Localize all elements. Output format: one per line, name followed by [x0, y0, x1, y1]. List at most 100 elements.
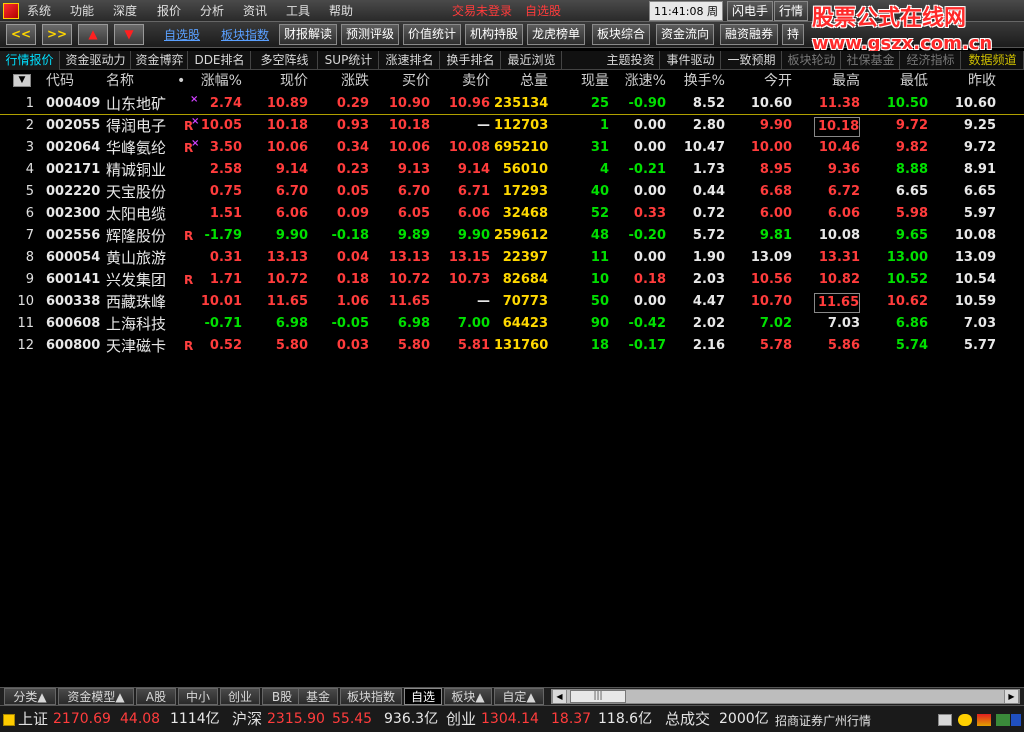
sector-index-link[interactable]: 板块指数 — [221, 27, 269, 43]
tab-sme[interactable]: 中小 — [178, 688, 218, 705]
stock-name[interactable]: 太阳电缆 — [106, 203, 176, 225]
table-row[interactable]: 9 600141 兴发集团 R 1.71 10.72 0.18 10.72 10.73 82684… — [0, 269, 1024, 291]
stock-name[interactable]: 精诚铜业 — [106, 159, 176, 181]
tab-long-short[interactable]: 多空阵线 — [252, 51, 318, 70]
table-row[interactable]: 1 000409 山东地矿 × 2.74 10.89 0.29 10.90 10.96 23513… — [0, 93, 1024, 115]
menu-help[interactable]: 帮助 — [329, 3, 353, 19]
stock-code[interactable]: 600141 — [46, 269, 106, 291]
header-prev-close[interactable]: 昨收 — [950, 71, 996, 91]
quote-button[interactable]: 行情 — [774, 1, 809, 21]
menu-function[interactable]: 功能 — [70, 3, 94, 19]
table-row[interactable]: 6 002300 太阳电缆 1.51 6.06 0.09 6.05 6.06 32468 52 0.… — [0, 203, 1024, 225]
header-bid[interactable]: 买价 — [384, 71, 430, 91]
stock-code[interactable]: 002556 — [46, 225, 106, 247]
table-row[interactable]: 4 002171 精诚铜业 2.58 9.14 0.23 9.13 9.14 56010 4 -0.… — [0, 159, 1024, 181]
stock-code[interactable]: 000409 — [46, 93, 106, 115]
signal-icon[interactable] — [977, 714, 991, 726]
tab-sector-rotation[interactable]: 板块轮动 — [783, 51, 841, 70]
header-last-vol[interactable]: 现量 — [563, 71, 609, 91]
tab-turnover-rank[interactable]: 换手排名 — [441, 51, 501, 70]
table-row[interactable]: 11 600608 上海科技 -0.71 6.98 -0.05 6.98 7.00 64423 9… — [0, 313, 1024, 335]
app-logo-icon[interactable] — [3, 3, 19, 19]
table-row[interactable]: 2 002055 得润电子 R × 10.05 10.18 0.93 10.18—112703 1… — [0, 115, 1024, 137]
header-code[interactable]: 代码 — [46, 71, 74, 91]
tab-fund-game[interactable]: 资金博弈 — [132, 51, 188, 70]
tab-sector-index[interactable]: 板块指数 — [340, 688, 402, 705]
back-button[interactable]: << — [6, 24, 36, 45]
header-change[interactable]: 涨跌 — [323, 71, 369, 91]
table-row[interactable]: 10 600338 西藏珠峰 10.01 11.65 1.06 11.65 — 70773 50 0… — [0, 291, 1024, 313]
stock-code[interactable]: 600800 — [46, 335, 106, 357]
market-icon[interactable] — [3, 714, 15, 726]
scroll-left-icon[interactable]: ◀ — [552, 689, 567, 704]
financial-report-button[interactable]: 财报解读 — [279, 24, 337, 45]
trade-login-status[interactable]: 交易未登录 — [452, 3, 512, 19]
table-row[interactable]: 5 002220 天宝股份 0.75 6.70 0.05 6.70 6.71 17293 40 0.… — [0, 181, 1024, 203]
tab-watchlist[interactable]: 自选 — [404, 688, 442, 705]
stock-code[interactable]: 600054 — [46, 247, 106, 269]
stock-code[interactable]: 002171 — [46, 159, 106, 181]
page-up-button[interactable]: ▲ — [78, 24, 108, 45]
tab-data-channel[interactable]: 数据频道 — [962, 51, 1024, 70]
stock-code[interactable]: 002064 — [46, 137, 106, 159]
connection-icon[interactable] — [996, 714, 1010, 726]
header-turnover[interactable]: 换手% — [679, 71, 725, 91]
header-low[interactable]: 最低 — [882, 71, 928, 91]
tab-speed-rank[interactable]: 涨速排名 — [380, 51, 440, 70]
stock-name[interactable]: 辉隆股份 — [106, 225, 176, 247]
header-price[interactable]: 现价 — [262, 71, 308, 91]
header-speed[interactable]: 涨速% — [620, 71, 666, 91]
forward-button[interactable]: >> — [42, 24, 72, 45]
menu-analysis[interactable]: 分析 — [200, 3, 224, 19]
tab-category[interactable]: 分类▲ — [4, 688, 56, 705]
stock-code[interactable]: 002300 — [46, 203, 106, 225]
header-name[interactable]: 名称 — [106, 71, 134, 91]
tab-custom[interactable]: 自定▲ — [494, 688, 544, 705]
stock-name[interactable]: 兴发集团 — [106, 269, 176, 291]
stock-name[interactable]: 黄山旅游 — [106, 247, 176, 269]
table-row[interactable]: 8 600054 黄山旅游 0.31 13.13 0.04 13.13 13.15 22397 1… — [0, 247, 1024, 269]
stock-name[interactable]: 西藏珠峰 — [106, 291, 176, 313]
tab-sup-stats[interactable]: SUP统计 — [319, 51, 379, 70]
margin-trading-button[interactable]: 融资融券 — [720, 24, 778, 45]
flash-trade-button[interactable]: 闪电手 — [727, 1, 774, 21]
tab-theme-invest[interactable]: 主题投资 — [602, 51, 660, 70]
page-down-button[interactable]: ▼ — [114, 24, 144, 45]
tab-econ-indicator[interactable]: 经济指标 — [901, 51, 961, 70]
value-stats-button[interactable]: 价值统计 — [403, 24, 461, 45]
stock-name[interactable]: 天宝股份 — [106, 181, 176, 203]
sector-summary-button[interactable]: 板块综合 — [592, 24, 650, 45]
header-high[interactable]: 最高 — [814, 71, 860, 91]
menu-depth[interactable]: 深度 — [113, 3, 137, 19]
table-row[interactable]: 12 600800 天津磁卡 R 0.52 5.80 0.03 5.80 5.81 131760 1… — [0, 335, 1024, 357]
institution-holdings-button[interactable]: 机构持股 — [465, 24, 523, 45]
scroll-right-icon[interactable]: ▶ — [1004, 689, 1019, 704]
sort-toggle-icon[interactable]: ▼ — [13, 74, 31, 87]
stock-code[interactable]: 600338 — [46, 291, 106, 313]
tab-chinext[interactable]: 创业 — [220, 688, 260, 705]
network-icon[interactable] — [1011, 714, 1021, 726]
stock-name[interactable]: 山东地矿 — [106, 93, 176, 115]
mail-icon[interactable] — [938, 714, 952, 726]
stock-name[interactable]: 天津磁卡 — [106, 335, 176, 357]
stock-code[interactable]: 002055 — [46, 115, 106, 137]
stock-name[interactable]: 得润电子 — [106, 115, 176, 137]
menu-system[interactable]: 系统 — [27, 3, 51, 19]
tab-social-fund[interactable]: 社保基金 — [842, 51, 900, 70]
tab-event-driven[interactable]: 事件驱动 — [661, 51, 721, 70]
tab-dde-rank[interactable]: DDE排名 — [189, 51, 251, 70]
fund-flow-button[interactable]: 资金流向 — [656, 24, 714, 45]
stock-code[interactable]: 002220 — [46, 181, 106, 203]
header-volume[interactable]: 总量 — [502, 71, 548, 91]
watchlist-link[interactable]: 自选股 — [164, 27, 200, 43]
stock-code[interactable]: 600608 — [46, 313, 106, 335]
tab-consensus[interactable]: 一致预期 — [722, 51, 782, 70]
forecast-rating-button[interactable]: 预测评级 — [341, 24, 399, 45]
header-change-pct[interactable]: 涨幅% — [196, 71, 242, 91]
tab-b-shares[interactable]: B股 — [262, 688, 302, 705]
table-row[interactable]: 7 002556 辉隆股份 R -1.79 9.90 -0.18 9.89 9.90 259612… — [0, 225, 1024, 247]
tab-sector[interactable]: 板块▲ — [444, 688, 492, 705]
dragon-tiger-button[interactable]: 龙虎榜单 — [527, 24, 585, 45]
tab-recent[interactable]: 最近浏览 — [502, 51, 562, 70]
tab-a-shares[interactable]: A股 — [136, 688, 176, 705]
